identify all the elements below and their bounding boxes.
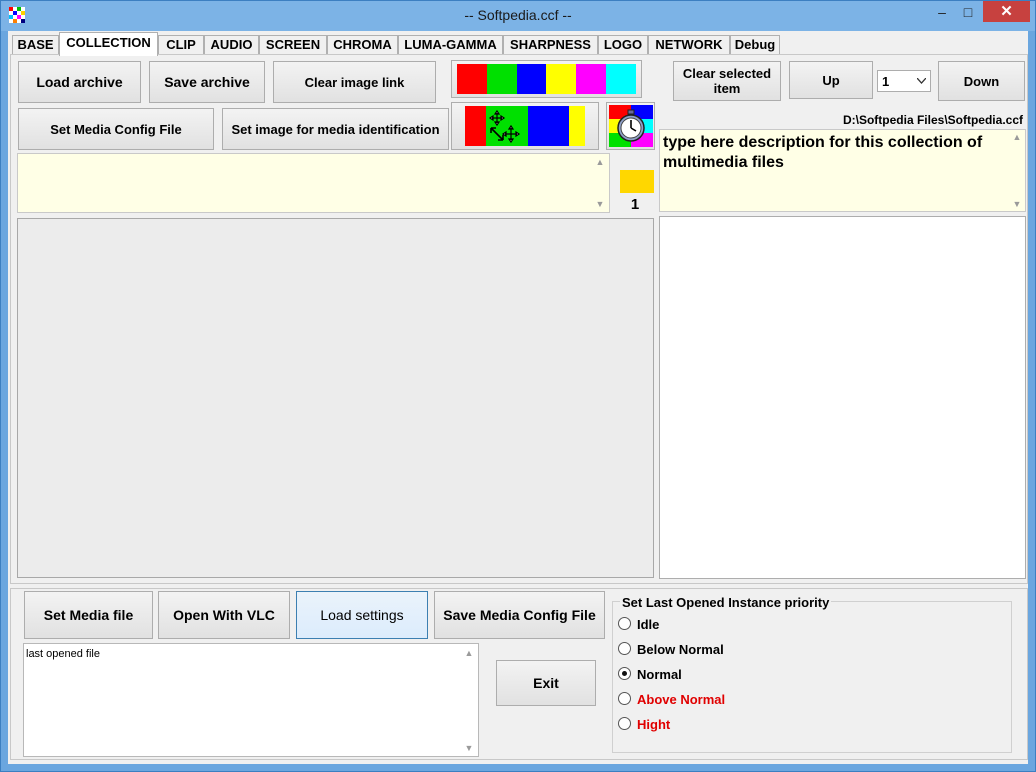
tab-luma-gamma[interactable]: LUMA-GAMMA (398, 35, 503, 54)
collection-list[interactable] (659, 216, 1026, 579)
priority-normal-label[interactable]: Normal (637, 667, 682, 682)
down-button[interactable]: Down (938, 61, 1025, 101)
tab-collection[interactable]: COLLECTION (59, 32, 158, 56)
window-title: -- Softpedia.ccf -- (464, 7, 572, 23)
priority-below-normal-radio[interactable] (618, 642, 631, 655)
priority-above-normal-label[interactable]: Above Normal (637, 692, 725, 707)
dropdown-arrow-icon (917, 78, 926, 84)
scroll-up-icon[interactable]: ▲ (594, 157, 606, 167)
close-button[interactable]: ✕ (983, 1, 1030, 22)
scroll-down-icon[interactable]: ▼ (1011, 199, 1023, 209)
priority-below-normal-label[interactable]: Below Normal (637, 642, 724, 657)
timer-button[interactable] (606, 102, 655, 150)
tab-base[interactable]: BASE (12, 35, 59, 54)
color-strip-button[interactable] (451, 60, 642, 98)
priority-hight-radio[interactable] (618, 717, 631, 730)
index-select[interactable]: 1 (877, 70, 931, 92)
tab-network[interactable]: NETWORK (648, 35, 730, 54)
scroll-down-icon[interactable]: ▼ (594, 199, 606, 209)
image-link-textbox[interactable]: ▲ ▼ (17, 153, 610, 213)
set-image-for-media-identification-button[interactable]: Set image for media identification (222, 108, 449, 150)
load-archive-button[interactable]: Load archive (18, 61, 141, 103)
maximize-button[interactable]: □ (956, 1, 980, 23)
save-media-config-file-button[interactable]: Save Media Config File (434, 591, 605, 639)
collection-file-path: D:\Softpedia Files\Softpedia.ccf (842, 113, 1023, 127)
save-archive-button[interactable]: Save archive (149, 61, 265, 103)
timer-icon (609, 105, 653, 147)
scroll-up-icon[interactable]: ▲ (1011, 132, 1023, 142)
last-opened-file-text: last opened file (26, 648, 100, 660)
item-color-swatch (620, 170, 654, 193)
set-media-file-button[interactable]: Set Media file (24, 591, 153, 639)
tab-debug[interactable]: Debug (730, 35, 780, 54)
minimize-button[interactable]: – (930, 1, 954, 23)
description-text: type here description for this collectio… (663, 134, 983, 171)
scroll-down-icon[interactable]: ▼ (463, 743, 475, 753)
description-textarea[interactable]: type here description for this collectio… (659, 129, 1026, 212)
priority-hight-label[interactable]: Hight (637, 717, 670, 732)
item-number: 1 (630, 196, 640, 213)
priority-above-normal-radio[interactable] (618, 692, 631, 705)
load-settings-button[interactable]: Load settings (296, 591, 428, 639)
set-media-config-file-button[interactable]: Set Media Config File (18, 108, 214, 150)
priority-idle-radio[interactable] (618, 617, 631, 630)
tab-clip[interactable]: CLIP (158, 35, 204, 54)
priority-groupbox-title: Set Last Opened Instance priority (620, 595, 832, 610)
color-strip-icon (457, 64, 636, 94)
scroll-up-icon[interactable]: ▲ (463, 648, 475, 658)
clear-image-link-button[interactable]: Clear image link (273, 61, 436, 103)
exit-button[interactable]: Exit (496, 660, 596, 706)
tab-audio[interactable]: AUDIO (204, 35, 259, 54)
priority-idle-label[interactable]: Idle (637, 617, 659, 632)
image-preview-area (17, 218, 654, 578)
last-opened-file-textarea[interactable]: last opened file ▲ ▼ (23, 643, 479, 757)
resize-move-icon (465, 106, 585, 146)
index-select-value: 1 (882, 73, 890, 89)
resize-position-button[interactable] (451, 102, 599, 150)
priority-normal-radio[interactable] (618, 667, 631, 680)
tab-sharpness[interactable]: SHARPNESS (503, 35, 598, 54)
up-button[interactable]: Up (789, 61, 873, 99)
clear-selected-item-button[interactable]: Clear selected item (673, 61, 781, 101)
open-with-vlc-button[interactable]: Open With VLC (158, 591, 290, 639)
tab-logo[interactable]: LOGO (598, 35, 648, 54)
tab-chroma[interactable]: CHROMA (327, 35, 398, 54)
tab-screen[interactable]: SCREEN (259, 35, 327, 54)
